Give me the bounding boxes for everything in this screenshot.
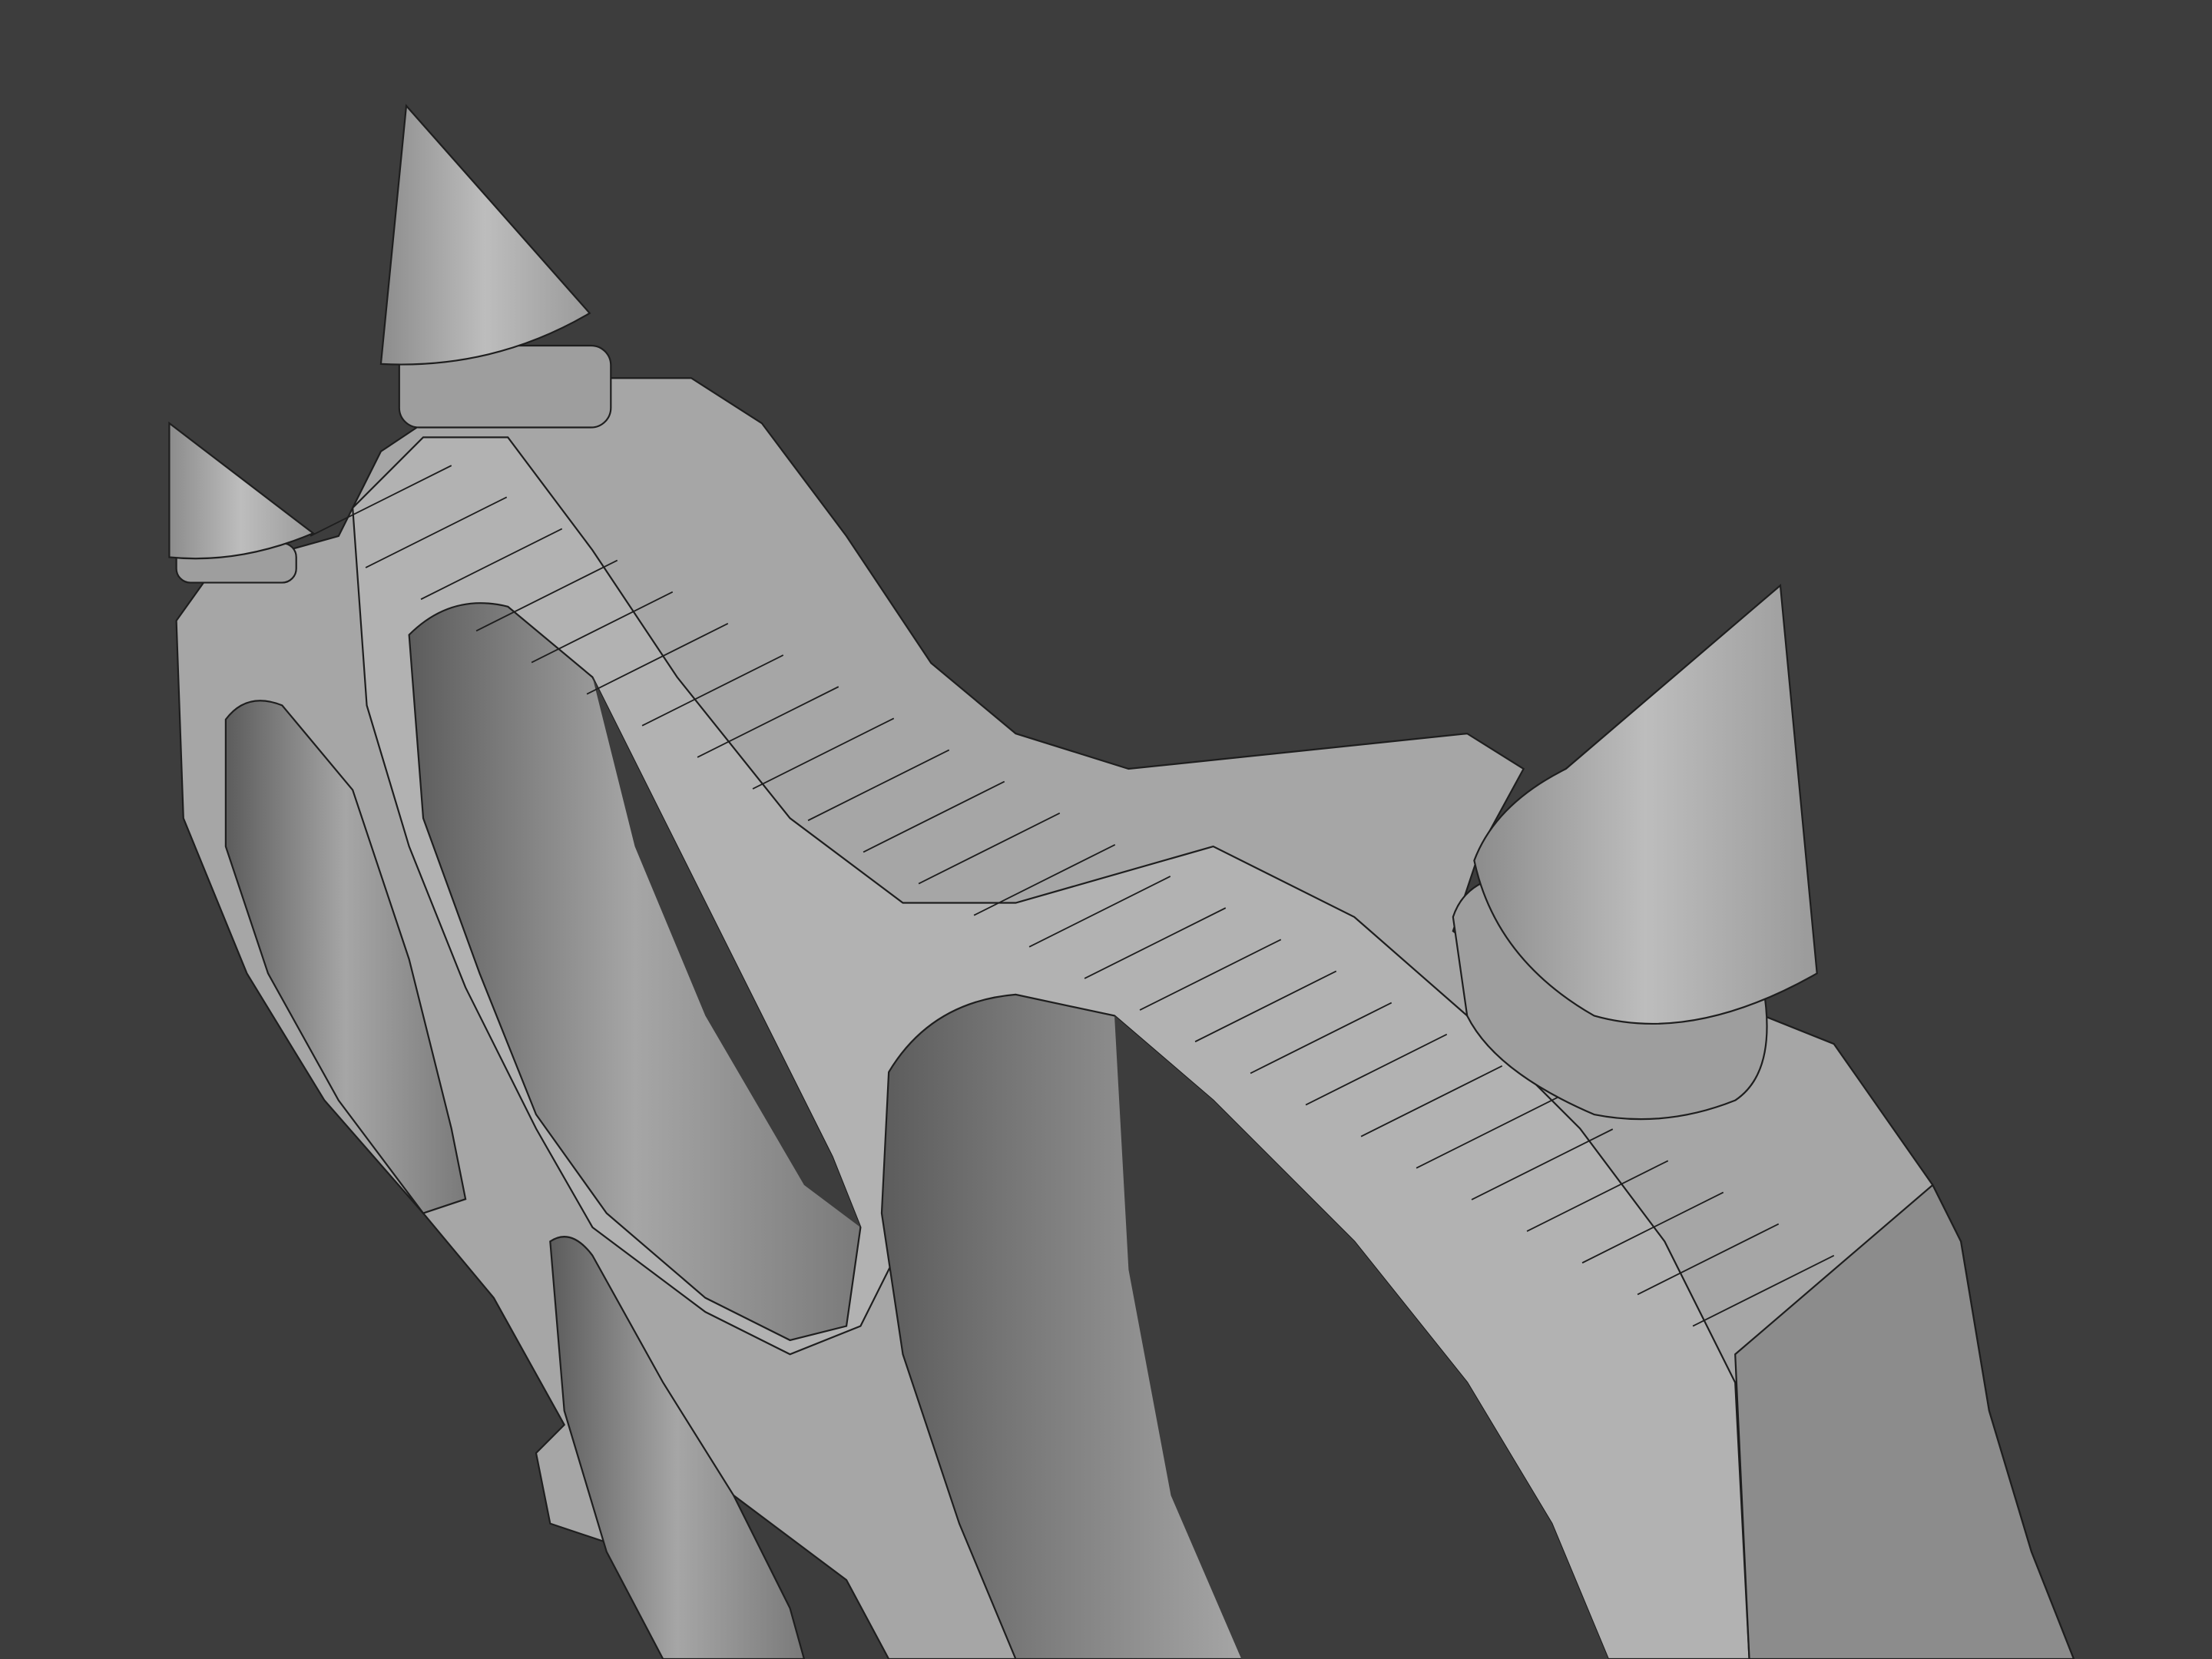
3d-viewport[interactable] [0, 0, 2212, 1659]
